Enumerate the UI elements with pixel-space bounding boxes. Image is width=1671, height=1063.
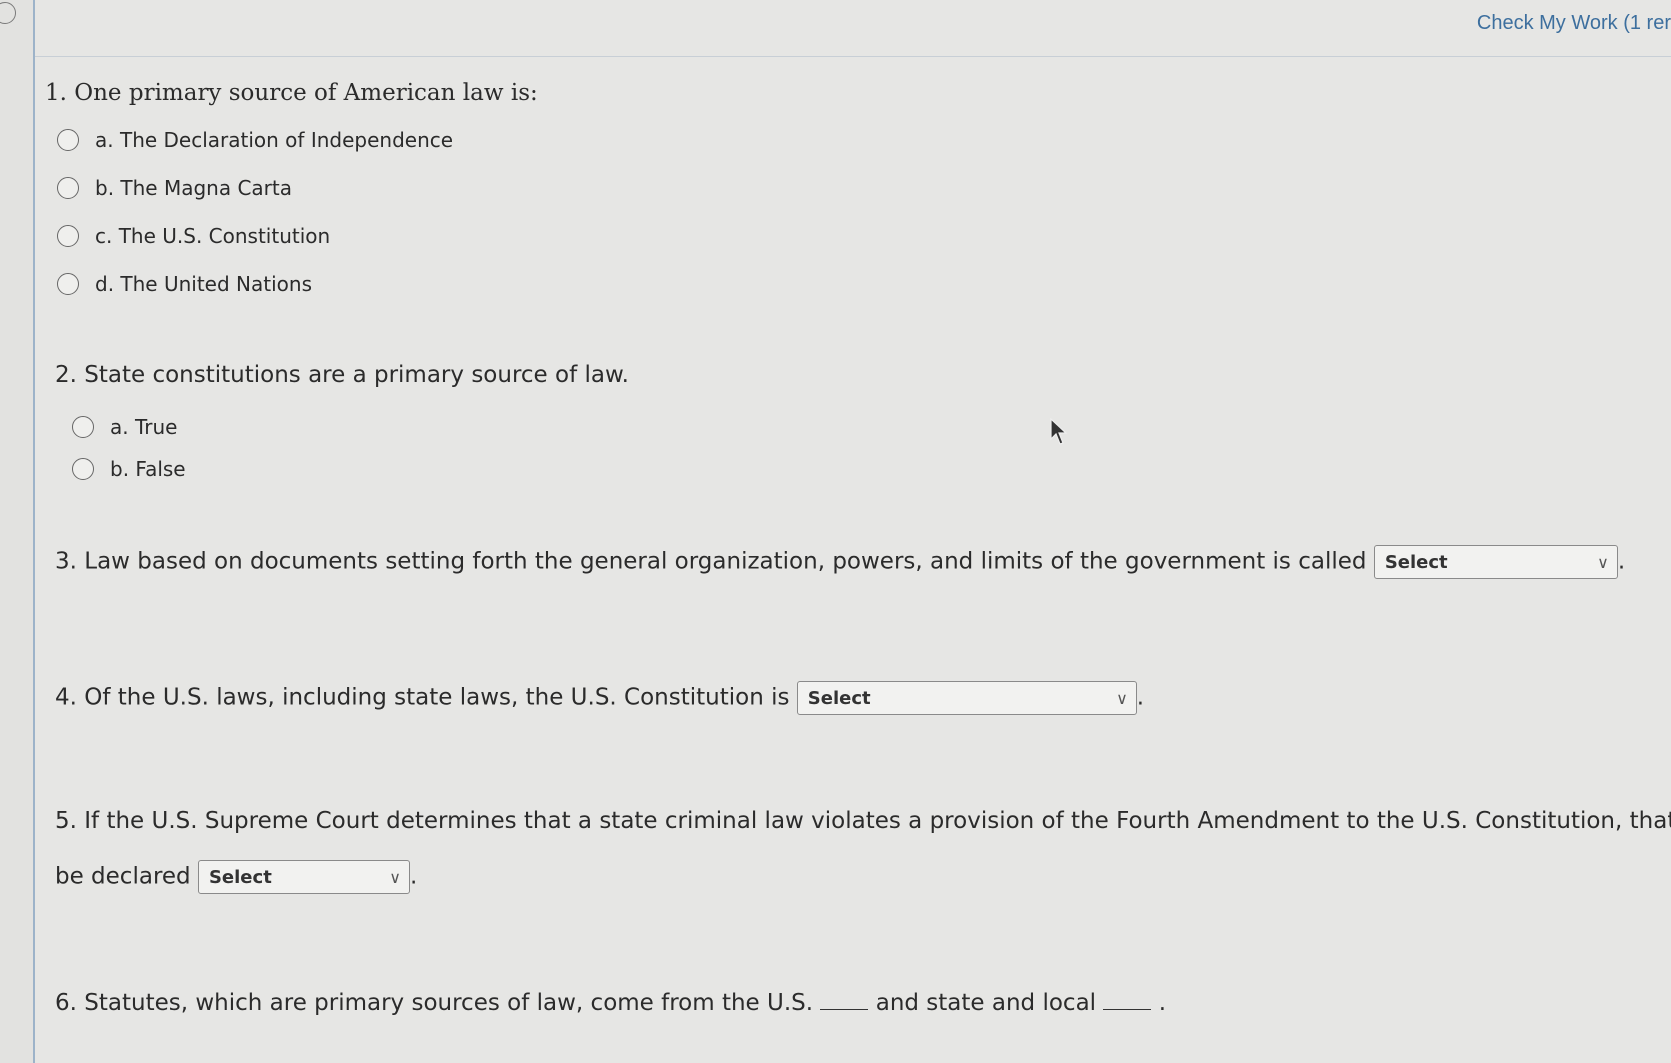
radio-button[interactable] (57, 177, 79, 199)
question-1-stem: 1. One primary source of American law is… (45, 80, 538, 106)
radio-button[interactable] (57, 129, 79, 151)
question-4-stem: 4. Of the U.S. laws, including state law… (55, 684, 790, 711)
fill-in-blank-2[interactable] (1103, 991, 1152, 1010)
question-5-line-2: be declared Select ∨ . (55, 860, 417, 894)
chevron-down-icon: ∨ (1597, 552, 1609, 572)
question-4-end: . (1136, 684, 1145, 711)
q1-option-b[interactable]: b. The Magna Carta (57, 176, 292, 200)
q2-option-a[interactable]: a. True (72, 415, 177, 439)
question-5-end: . (409, 863, 418, 890)
question-3: 3. Law based on documents setting forth … (55, 545, 1625, 579)
question-4: 4. Of the U.S. laws, including state law… (55, 681, 1144, 715)
q4-select-dropdown[interactable]: Select ∨ (796, 681, 1137, 715)
top-bar: Check My Work (1 rer (35, 0, 1671, 57)
option-label: a. True (110, 415, 178, 439)
select-value: Select (1384, 551, 1448, 573)
q1-option-d[interactable]: d. The United Nations (57, 272, 312, 296)
question-5-stem: be declared (55, 863, 191, 890)
radio-button[interactable] (72, 416, 94, 438)
question-3-end: . (1617, 548, 1626, 575)
chevron-down-icon: ∨ (1116, 688, 1128, 708)
quiz-page: Check My Work (1 rer 1. One primary sour… (0, 0, 1671, 1063)
check-my-work-link[interactable]: Check My Work (1 rer (1477, 12, 1671, 35)
question-2-stem: 2. State constitutions are a primary sou… (55, 362, 629, 388)
question-6: 6. Statutes, which are primary sources o… (55, 990, 1166, 1016)
q3-select-dropdown[interactable]: Select ∨ (1373, 545, 1618, 579)
radio-button[interactable] (57, 273, 79, 295)
option-label: a. The Declaration of Independence (95, 128, 454, 152)
radio-button[interactable] (72, 458, 94, 480)
option-label: b. False (110, 457, 186, 481)
q1-option-a[interactable]: a. The Declaration of Independence (57, 128, 453, 152)
q5-select-dropdown[interactable]: Select ∨ (197, 860, 410, 894)
option-label: b. The Magna Carta (95, 176, 293, 200)
chevron-down-icon: ∨ (389, 867, 401, 887)
question-6-stem-a: 6. Statutes, which are primary sources o… (55, 990, 814, 1016)
select-value: Select (807, 687, 871, 709)
question-6-end: . (1158, 990, 1166, 1016)
left-margin (0, 0, 35, 1063)
fill-in-blank-1[interactable] (820, 991, 869, 1010)
option-label: d. The United Nations (95, 272, 312, 296)
select-value: Select (208, 866, 272, 888)
q2-option-b[interactable]: b. False (72, 457, 186, 481)
question-5-line-1: 5. If the U.S. Supreme Court determines … (55, 808, 1671, 834)
q1-option-c[interactable]: c. The U.S. Constitution (57, 224, 330, 248)
mouse-pointer-icon (1050, 418, 1068, 445)
circle-icon (0, 2, 16, 24)
question-3-stem: 3. Law based on documents setting forth … (55, 548, 1367, 575)
question-6-stem-b: and state and local (875, 990, 1097, 1016)
radio-button[interactable] (57, 225, 79, 247)
option-label: c. The U.S. Constitution (95, 224, 331, 248)
